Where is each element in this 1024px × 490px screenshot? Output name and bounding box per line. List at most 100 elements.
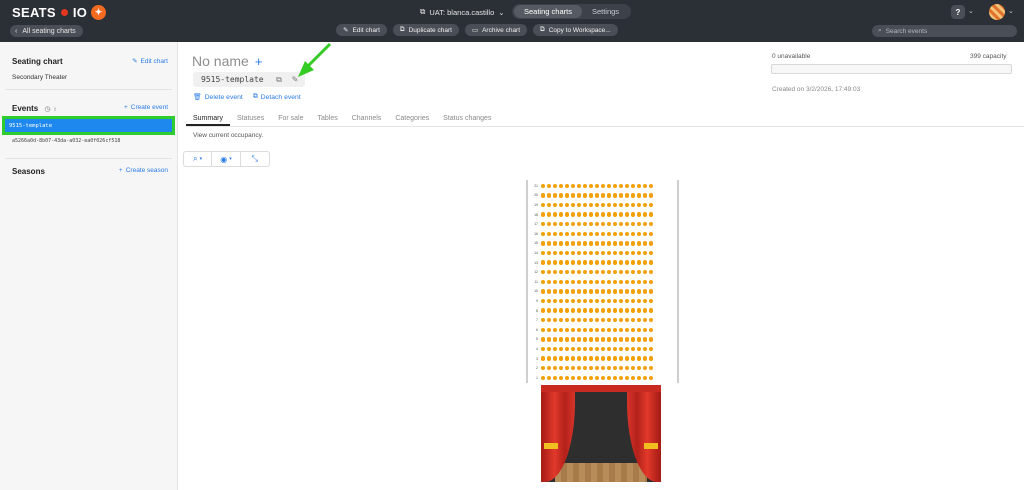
seat[interactable]	[606, 356, 612, 361]
seat[interactable]	[630, 337, 636, 342]
seat[interactable]	[582, 231, 588, 236]
seat[interactable]	[600, 365, 606, 371]
seat[interactable]	[541, 375, 546, 380]
seat[interactable]	[624, 269, 630, 275]
tab-categories[interactable]: Categories	[388, 112, 436, 126]
seat[interactable]	[576, 241, 582, 246]
seat[interactable]	[612, 365, 618, 371]
seat[interactable]	[600, 337, 606, 342]
event-item-selected[interactable]: 9515-template	[2, 116, 175, 135]
tab-summary[interactable]: Summary	[186, 112, 230, 126]
seat[interactable]	[552, 193, 558, 198]
seat[interactable]	[576, 279, 582, 284]
seat[interactable]	[636, 250, 642, 256]
seat[interactable]	[630, 279, 636, 284]
seat[interactable]	[600, 183, 606, 188]
seat[interactable]	[541, 317, 546, 323]
seat[interactable]	[642, 250, 648, 256]
seat[interactable]	[636, 298, 642, 304]
seat[interactable]	[541, 289, 546, 294]
seat[interactable]	[564, 279, 570, 284]
seat[interactable]	[618, 337, 624, 342]
seat[interactable]	[606, 202, 612, 208]
seat[interactable]	[624, 212, 630, 217]
search-seats-button[interactable]: ⌕ ▾	[184, 152, 213, 166]
seat[interactable]	[630, 356, 636, 361]
seat[interactable]	[612, 212, 618, 217]
seat[interactable]	[588, 212, 594, 217]
seat[interactable]	[618, 356, 624, 361]
seat[interactable]	[624, 375, 630, 380]
seat[interactable]	[624, 241, 630, 246]
seat[interactable]	[570, 193, 576, 198]
seat[interactable]	[564, 365, 570, 371]
seat[interactable]	[618, 279, 624, 284]
seat[interactable]	[606, 193, 612, 198]
seat[interactable]	[642, 269, 648, 275]
seat[interactable]	[642, 308, 648, 313]
seat[interactable]	[624, 337, 630, 342]
seat[interactable]	[576, 221, 582, 227]
seat[interactable]	[570, 231, 576, 236]
seat[interactable]	[612, 375, 618, 380]
seat[interactable]	[630, 327, 636, 332]
seat[interactable]	[648, 193, 654, 198]
seat[interactable]	[636, 260, 642, 265]
seat[interactable]	[630, 241, 636, 246]
seat[interactable]	[642, 183, 648, 188]
seat[interactable]	[624, 317, 630, 323]
seat[interactable]	[648, 289, 654, 294]
seat[interactable]	[594, 183, 600, 188]
seat[interactable]	[582, 250, 588, 256]
seat[interactable]	[612, 250, 618, 256]
seat[interactable]	[648, 375, 654, 380]
seat[interactable]	[606, 212, 612, 217]
seat[interactable]	[618, 346, 624, 352]
seat[interactable]	[558, 260, 564, 265]
seat[interactable]	[546, 221, 552, 227]
seat[interactable]	[558, 337, 564, 342]
seat[interactable]	[636, 337, 642, 342]
seat[interactable]	[582, 279, 588, 284]
seat[interactable]	[582, 183, 588, 188]
seat[interactable]	[642, 193, 648, 198]
seat[interactable]	[588, 308, 594, 313]
seat[interactable]	[630, 346, 636, 352]
seat[interactable]	[546, 250, 552, 256]
seat[interactable]	[570, 202, 576, 208]
seat[interactable]	[648, 298, 654, 304]
seat[interactable]	[600, 279, 606, 284]
seat[interactable]	[582, 212, 588, 217]
seat[interactable]	[558, 308, 564, 313]
seat[interactable]	[558, 183, 564, 188]
seat[interactable]	[570, 289, 576, 294]
seat[interactable]	[552, 202, 558, 208]
seat[interactable]	[546, 183, 552, 188]
seat[interactable]	[588, 317, 594, 323]
edit-chart-button[interactable]: ✎ Edit chart	[336, 24, 387, 36]
seat[interactable]	[594, 346, 600, 352]
seat[interactable]	[564, 250, 570, 256]
search-input[interactable]: ⌕ Search events	[872, 25, 1017, 37]
seat[interactable]	[546, 269, 552, 275]
seat[interactable]	[541, 231, 546, 236]
seat[interactable]	[576, 308, 582, 313]
seat[interactable]	[600, 308, 606, 313]
seat[interactable]	[606, 279, 612, 284]
seat[interactable]	[624, 308, 630, 313]
seat[interactable]	[552, 289, 558, 294]
seat[interactable]	[624, 183, 630, 188]
workspace-switcher[interactable]: ⧉ UAT: blanca.castillo ⌄	[420, 5, 505, 19]
seat[interactable]	[570, 221, 576, 227]
seat[interactable]	[636, 317, 642, 323]
seat[interactable]	[600, 231, 606, 236]
seat[interactable]	[558, 289, 564, 294]
seat[interactable]	[594, 327, 600, 332]
seat[interactable]	[630, 365, 636, 371]
seat[interactable]	[642, 337, 648, 342]
seat[interactable]	[564, 260, 570, 265]
seat[interactable]	[612, 221, 618, 227]
seat[interactable]	[612, 183, 618, 188]
seat[interactable]	[612, 193, 618, 198]
seat[interactable]	[546, 241, 552, 246]
